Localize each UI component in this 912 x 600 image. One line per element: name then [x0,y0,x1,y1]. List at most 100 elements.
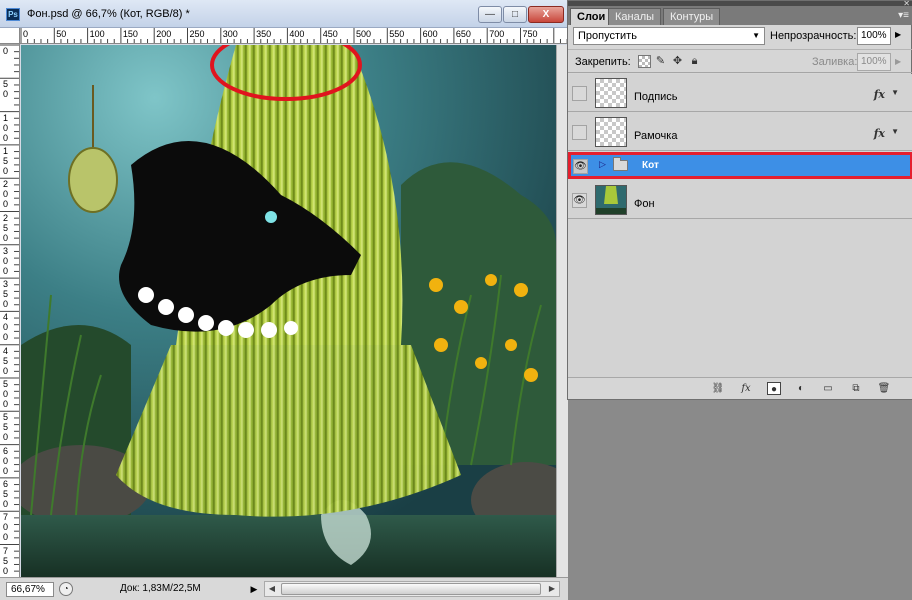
link-layers-icon[interactable]: ⛓︎ [711,382,725,395]
photoshop-app-icon: Ps [6,8,20,21]
image-canvas[interactable] [21,45,556,577]
layer-row-kot-group[interactable]: 👁︎ ▷ Кот [568,152,912,179]
lock-transparency-icon[interactable] [638,55,651,68]
ruler-vertical-label: 4 0 0 [3,312,9,343]
layer-name[interactable]: Кот [642,160,659,171]
ruler-vertical-label: 0 [3,46,9,56]
ruler-horizontal-label: 400 [289,29,305,39]
panel-tab-bar: Слои Каналы Контуры ▾≡ [568,6,912,25]
layer-row-ramochka[interactable]: Рамочка fx ▼ [568,113,912,151]
ruler-horizontal-label: 250 [189,29,205,39]
effects-expand-icon[interactable]: ▼ [891,127,899,136]
add-mask-icon[interactable]: ● [767,382,781,395]
scroll-right-icon[interactable]: ▶ [545,582,559,596]
ruler-horizontal-label: 100 [89,29,105,39]
zoom-level-field[interactable]: 66,67% [6,582,54,597]
layer-row-podpis[interactable]: Подпись fx ▼ [568,74,912,112]
ruler-horizontal-label: 0 [23,29,29,39]
ruler-horizontal-label: 300 [222,29,238,39]
visibility-toggle[interactable] [572,125,587,140]
scroll-left-icon[interactable]: ◀ [265,582,279,596]
layer-name[interactable]: Рамочка [634,130,677,142]
trash-icon[interactable]: 🗑︎ [877,382,891,395]
tab-layers[interactable]: Слои [570,8,613,25]
panel-menu-icon[interactable]: ▾≡ [898,10,909,21]
blend-mode-select[interactable]: Пропустить ▼ [573,27,765,45]
opacity-input[interactable]: 100% [857,27,891,45]
ruler-horizontal-label: 350 [256,29,272,39]
layer-name[interactable]: Подпись [634,91,678,103]
ruler-horizontal-label: 600 [422,29,438,39]
tab-channels[interactable]: Каналы [608,8,662,25]
layer-thumbnail [595,185,627,215]
fill-input[interactable]: 100% [857,53,891,71]
ruler-corner[interactable] [0,28,20,44]
pond-water [21,515,556,577]
visibility-toggle[interactable] [572,86,587,101]
fill-slider-arrow-icon[interactable]: ▶ [895,57,901,66]
lock-brush-icon[interactable]: ✎ [654,55,667,68]
hammock-fringe [116,345,461,517]
tab-paths[interactable]: Контуры [663,8,721,25]
opacity-slider-arrow-icon[interactable]: ▶ [895,30,901,39]
close-button[interactable]: X [528,6,564,23]
ruler-horizontal-label: 200 [156,29,172,39]
layers-panel: ✕ Слои Каналы Контуры ▾≡ Пропустить ▼ Не… [567,0,912,400]
ruler-horizontal-label: 750 [522,29,538,39]
document-window: Ps Фон.psd @ 66,7% (Кот, RGB/8) * — □ X … [0,0,568,600]
effects-expand-icon[interactable]: ▼ [891,88,899,97]
horizontal-scroll-thumb[interactable] [281,583,541,595]
cat-eye [265,211,277,223]
layer-row-fon[interactable]: 👁︎ Фон [568,181,912,219]
ruler-vertical-label: 5 0 [3,79,9,100]
add-style-fx-icon[interactable]: fx [739,382,753,395]
ruler-vertical-label: 7 0 0 [3,512,9,543]
eye-icon[interactable]: 👁︎ [573,159,588,174]
lock-move-icon[interactable]: ✥ [671,55,684,68]
ruler-horizontal-label: 150 [122,29,138,39]
eye-icon[interactable]: 👁︎ [572,193,587,208]
ruler-vertical-label: 2 5 0 [3,212,9,243]
status-bar: 66,67% ◔ Док: 1,83М/22,5М ▶ ◀ ▶ [0,577,568,600]
ruler-vertical-label: 5 5 0 [3,412,9,443]
lock-label: Закрепить: [575,56,631,68]
adjustment-layer-icon[interactable]: ◐ [794,382,808,395]
ruler-vertical-label: 5 0 0 [3,379,9,409]
ruler-horizontal-label: 50 [56,29,67,39]
ruler-vertical-label: 2 0 0 [3,179,9,210]
ruler-vertical[interactable]: 0 5 0 1 0 0 1 5 0 2 0 0 2 5 0 3 0 0 3 5 0 4 0 0 4… [0,28,20,580]
chevron-down-icon: ▼ [752,31,760,40]
minimize-button[interactable]: — [478,6,502,23]
opacity-label: Непрозрачность: [770,30,857,42]
fx-effects-icon[interactable]: fx [874,127,885,140]
ruler-horizontal[interactable]: 0 50 100 150 200 250 300 350 400 450 500 550 600 650 7… [20,28,568,44]
status-info-icon[interactable]: ◔ [59,582,73,596]
document-titlebar[interactable]: Ps Фон.psd @ 66,7% (Кот, RGB/8) * — □ X [0,0,568,28]
layers-list: Подпись fx ▼ Рамочка fx ▼ 👁︎ ▷ Кот 👁︎ Фо… [568,74,912,377]
document-title: Фон.psd @ 66,7% (Кот, RGB/8) * [27,8,190,20]
maximize-button[interactable]: □ [503,6,527,23]
layer-thumbnail [595,117,627,147]
fx-effects-icon[interactable]: fx [874,88,885,101]
new-group-icon[interactable]: ▭ [821,382,835,395]
layer-thumbnail [595,78,627,108]
canvas-artwork [21,45,556,577]
ruler-horizontal-label: 550 [389,29,405,39]
status-menu-arrow-icon[interactable]: ▶ [248,582,260,596]
ruler-vertical-label: 7 5 0 [3,545,9,576]
lock-all-icon[interactable]: 🔒︎ [688,55,701,68]
ruler-horizontal-label: 700 [489,29,505,39]
ruler-vertical-label: 1 5 0 [3,145,9,176]
ruler-horizontal-label: 500 [356,29,372,39]
horizontal-scrollbar[interactable]: ◀ ▶ [264,581,560,597]
lantern [68,147,118,213]
layer-name[interactable]: Фон [634,198,655,210]
ruler-vertical-label: 3 0 0 [3,245,9,276]
layers-panel-toolbar: ⛓︎ fx ● ◐ ▭ ⧉ 🗑︎ [568,377,912,399]
ruler-vertical-label: 6 0 0 [3,445,9,476]
new-layer-icon[interactable]: ⧉ [849,382,863,395]
group-expand-triangle-icon[interactable]: ▷ [599,159,606,170]
ruler-vertical-label: 6 5 0 [3,478,9,509]
ruler-vertical-label: 4 5 0 [3,345,9,376]
blend-mode-value: Пропустить [578,30,637,42]
